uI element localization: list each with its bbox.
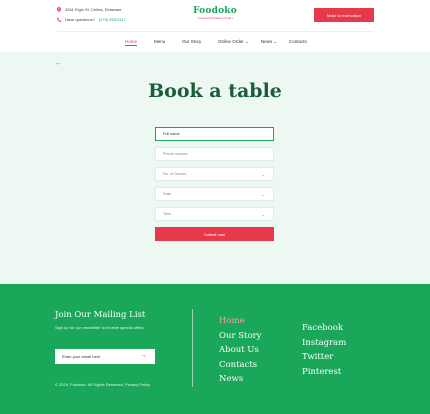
nav-item-home[interactable]: Home <box>125 39 138 46</box>
email-placeholder: Enter your email here <box>62 354 101 359</box>
phone-label: Have questions? <box>65 17 95 22</box>
footer-link-pinterest[interactable]: Pinterest <box>302 365 346 380</box>
nav-item-menu[interactable]: Menu <box>154 39 165 44</box>
nav-item-news[interactable]: News ⌄ <box>261 39 277 45</box>
footer-link-news[interactable]: News <box>219 372 261 387</box>
chevron-down-icon: ⌄ <box>261 192 265 197</box>
phone-placeholder: Phone number <box>163 152 188 156</box>
date-placeholder: Date <box>163 192 172 196</box>
footer-links-social: Facebook Instagram Twitter Pinterest <box>302 321 346 379</box>
top-bar: 3261 Elgin St. Celina, Delaware Have que… <box>0 0 430 34</box>
mailing-list-subtitle: Sign up for our newsletter to receive sp… <box>55 325 145 330</box>
footer-links-site: Home Our Story About Us Contacts News <box>219 314 261 387</box>
make-reservation-button[interactable]: Make a reservation <box>314 8 374 22</box>
time-select[interactable]: Time ⌄ <box>155 207 274 221</box>
email-input[interactable]: Enter your email here → <box>55 349 155 364</box>
footer-link-about-us[interactable]: About Us <box>219 343 261 358</box>
footer-link-instagram[interactable]: Instagram <box>302 336 346 351</box>
footer-link-home[interactable]: Home <box>219 314 261 329</box>
address-text: 3261 Elgin St. Celina, Delaware <box>65 7 122 12</box>
header-divider <box>57 31 374 32</box>
nav-item-contacts[interactable]: Contacts <box>289 39 307 44</box>
main-nav: Home Menu Our Story Online Order ⌄ News … <box>0 37 430 49</box>
page-title: Book a table <box>148 80 282 102</box>
footer-link-twitter[interactable]: Twitter <box>302 350 346 365</box>
address-line: 3261 Elgin St. Celina, Delaware <box>57 7 121 12</box>
submit-button[interactable]: Submit now <box>155 227 274 241</box>
nav-item-our-story[interactable]: Our Story <box>182 39 201 44</box>
logo-tagline: • Fast and Delicious Food • <box>196 16 234 20</box>
full-name-input[interactable]: Full name <box>155 127 274 141</box>
chevron-down-icon: ⌄ <box>261 172 265 177</box>
chevron-down-icon: ⌄ <box>261 212 265 217</box>
phone-number[interactable]: (270) 555-0117 <box>99 17 126 22</box>
arrow-right-icon[interactable]: → <box>140 352 147 359</box>
phone-line: Have questions? (270) 555-0117 <box>57 17 126 22</box>
date-select[interactable]: Date ⌄ <box>155 187 274 201</box>
time-placeholder: Time <box>163 212 172 216</box>
footer-link-contacts[interactable]: Contacts <box>219 358 261 373</box>
brand-logo[interactable]: Foodoko • Fast and Delicious Food • <box>193 7 237 21</box>
footer: Join Our Mailing List Sign up for our ne… <box>0 284 430 414</box>
nav-item-online-order[interactable]: Online Order ⌄ <box>218 39 249 45</box>
footer-divider <box>192 309 193 387</box>
full-name-placeholder: Full name <box>163 132 180 136</box>
guests-select[interactable]: No. of Guests ⌄ <box>155 167 274 181</box>
phone-icon <box>57 17 61 22</box>
booking-section: ← Book a table Full name Phone number No… <box>0 52 430 284</box>
phone-number-input[interactable]: Phone number <box>155 147 274 161</box>
guests-placeholder: No. of Guests <box>163 172 187 176</box>
footer-link-our-story[interactable]: Our Story <box>219 329 261 344</box>
copyright: © 2020, Foodoko. All Rights Reserved. Pr… <box>55 382 150 387</box>
location-pin-icon <box>57 7 61 12</box>
mailing-list-title: Join Our Mailing List <box>55 310 146 320</box>
logo-name: Foodoko <box>193 6 237 16</box>
footer-link-facebook[interactable]: Facebook <box>302 321 346 336</box>
back-arrow-icon[interactable]: ← <box>55 60 62 67</box>
